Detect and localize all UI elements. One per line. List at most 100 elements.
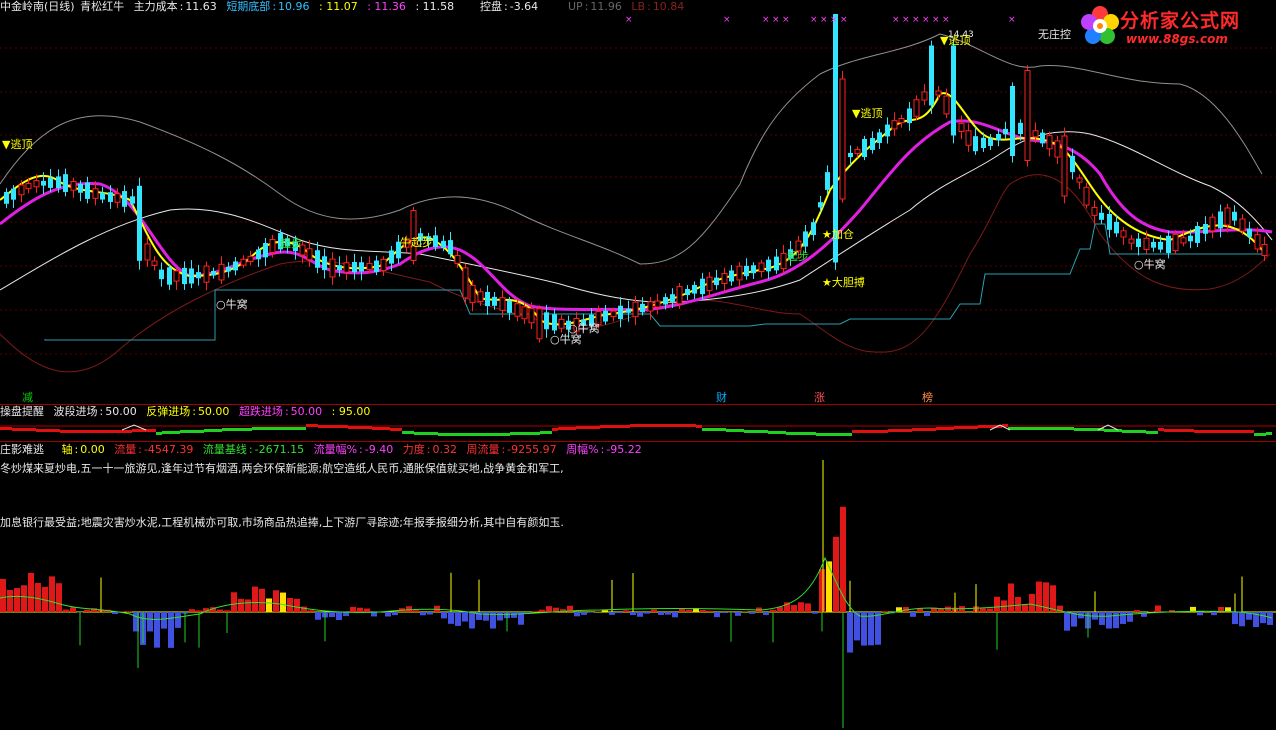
svg-text:×: × xyxy=(912,15,920,25)
flow-bar xyxy=(1064,612,1070,631)
candle-body xyxy=(448,240,453,255)
price-chart[interactable]: ▼逃顶 ▼逃顶 ▼逃顶 14.43 ○牛窝 ○牛窝 ○牛窝 ○牛窝 起步 牛起步… xyxy=(0,14,1276,402)
flow-bar xyxy=(574,612,580,617)
candle-body xyxy=(706,276,713,292)
ribbon-segment xyxy=(414,432,420,435)
flow-bar xyxy=(336,612,342,621)
operation-ribbon[interactable] xyxy=(0,420,1276,442)
ribbon-segment xyxy=(792,432,798,435)
ribbon-segment xyxy=(462,433,468,436)
svg-text:×: × xyxy=(942,15,950,25)
candle-body xyxy=(1083,186,1090,206)
ribbon-segment xyxy=(708,428,714,431)
candle-body xyxy=(780,252,787,270)
stock-title: 中金岭南(日线) xyxy=(0,0,75,13)
flow-bar xyxy=(1155,605,1161,612)
ribbon-segment xyxy=(546,431,552,434)
svg-text:×: × xyxy=(625,15,633,25)
ribbon-segment xyxy=(102,430,108,433)
candle-body xyxy=(913,99,920,117)
candle-body xyxy=(337,265,342,271)
candle-body xyxy=(359,262,364,272)
ribbon-segment xyxy=(1026,427,1032,430)
flow-bar xyxy=(1260,612,1266,624)
ribbon-segment xyxy=(204,429,210,432)
candle-body xyxy=(1091,206,1098,216)
ribbon-segment xyxy=(342,425,348,428)
ribbon-segment xyxy=(360,426,366,429)
candle-body xyxy=(159,269,164,280)
candle-body xyxy=(144,243,151,261)
flow-bar xyxy=(609,612,615,615)
ribbon-segment xyxy=(156,432,162,435)
flow-bar xyxy=(721,612,727,614)
candle-body xyxy=(692,284,697,294)
candle-body xyxy=(1254,234,1261,250)
flow-bar xyxy=(147,612,153,632)
level-value: : 95.00 xyxy=(331,405,371,418)
ribbon-segment xyxy=(822,433,828,436)
candle-body xyxy=(885,124,890,137)
flow-bar xyxy=(700,610,706,612)
ribbon-segment xyxy=(1038,427,1044,430)
flow-pct-label: 流量幅% xyxy=(313,443,358,456)
candle-body xyxy=(981,137,986,148)
candle-body xyxy=(758,262,765,272)
value-3: : 11.58 xyxy=(415,0,455,13)
ribbon-segment xyxy=(978,425,984,428)
candle-body xyxy=(951,45,956,136)
week-pct-label: 周幅% xyxy=(566,443,599,456)
panel-separator-2 xyxy=(0,441,1276,442)
flow-bar xyxy=(791,605,797,612)
flow-histogram[interactable] xyxy=(0,458,1276,730)
signal-escape-top-1: ▼逃顶 xyxy=(2,138,32,151)
ribbon-segment xyxy=(348,426,354,429)
candle-body xyxy=(263,243,268,258)
candle-body xyxy=(1114,221,1119,234)
candle-body xyxy=(618,305,623,320)
wave-value: 50.00 xyxy=(105,405,137,418)
flow-bar xyxy=(798,602,804,612)
candle-body xyxy=(130,196,135,204)
cyan-support-line xyxy=(44,223,1265,341)
flow-bar xyxy=(1148,611,1154,612)
oversold-label: 超跌进场 xyxy=(238,405,283,418)
ribbon-segment xyxy=(108,430,114,433)
flow-bar xyxy=(329,612,335,618)
week-pct-value: -95.22 xyxy=(606,443,642,456)
candle-body xyxy=(374,260,379,272)
ribbon-segment xyxy=(696,425,702,428)
axis-value: 0.00 xyxy=(80,443,105,456)
candle-body xyxy=(921,91,928,101)
ribbon-segment xyxy=(90,430,96,433)
ribbon-segment xyxy=(942,427,948,430)
ribbon-segment xyxy=(858,430,864,433)
candle-body xyxy=(454,255,461,264)
candle-body xyxy=(1239,218,1246,232)
flow-bar xyxy=(35,582,41,612)
candle-body xyxy=(507,300,512,313)
cost-label: 主力成本 xyxy=(133,0,178,13)
ribbon-segment xyxy=(924,428,930,431)
flow-bar xyxy=(469,612,475,629)
candle-body xyxy=(714,277,719,286)
rebound-label: 反弹进场 xyxy=(146,405,191,418)
ribbon-segment xyxy=(780,431,786,434)
flow-bar xyxy=(406,606,412,612)
candle-body xyxy=(736,265,743,281)
ribbon-segment xyxy=(258,427,264,430)
flow-base-label: 流量基线 xyxy=(202,443,247,456)
flow-bar xyxy=(21,585,27,612)
ribbon-segment xyxy=(42,429,48,432)
ribbon-segment xyxy=(882,430,888,433)
candle-body xyxy=(536,308,543,340)
ribbon-segment xyxy=(1266,432,1272,435)
ribbon-segment xyxy=(438,433,444,436)
flow-bar xyxy=(819,569,825,612)
ribbon-segment xyxy=(936,427,942,430)
candle-body xyxy=(521,306,528,320)
ribbon-segment xyxy=(960,426,966,429)
ribbon-segment xyxy=(594,426,600,429)
flow-bar xyxy=(427,612,433,615)
candle-body xyxy=(626,308,631,313)
